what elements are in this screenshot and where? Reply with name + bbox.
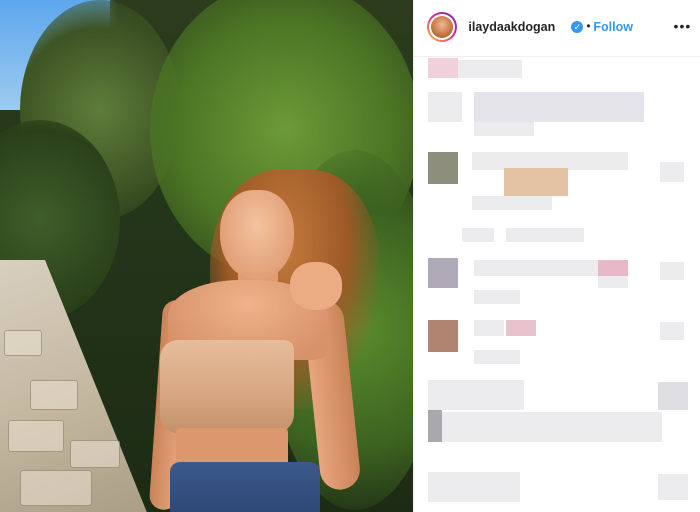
more-options-icon[interactable]: ••• (670, 14, 694, 38)
separator-dot: • (586, 19, 591, 33)
pixelated-block (474, 320, 505, 336)
person-jeans (170, 462, 320, 512)
pixelated-block (474, 260, 599, 276)
paving-stone (20, 470, 92, 506)
avatar-ring (429, 14, 456, 40)
pixelated-block (506, 320, 537, 336)
instagram-post: ilaydaakdogan ✓ • Follow ••• (0, 0, 700, 512)
person-face (220, 190, 294, 280)
pixelated-avatar (428, 320, 459, 352)
pixelated-block (474, 290, 521, 304)
pixelated-block (428, 380, 525, 410)
pixelated-block (474, 122, 535, 136)
username-link[interactable]: ilaydaakdogan (468, 20, 555, 34)
pixelated-block (428, 472, 521, 502)
pixelated-block (428, 92, 463, 122)
paving-stone (30, 380, 78, 410)
pixelated-block (474, 92, 645, 122)
person-top (160, 340, 294, 434)
pixelated-block (474, 350, 521, 364)
verified-badge-icon: ✓ (571, 21, 584, 33)
paving-stone (8, 420, 64, 452)
pixelated-block (504, 168, 569, 196)
pixelated-block (660, 322, 685, 340)
pixelated-block (428, 410, 443, 442)
pixelated-block (462, 228, 495, 242)
pixelated-block (658, 382, 689, 410)
pixelated-avatar (428, 152, 459, 184)
pixelated-block (660, 262, 685, 280)
pixelated-block (658, 474, 689, 500)
post-sidebar: ilaydaakdogan ✓ • Follow ••• (413, 0, 700, 512)
post-header: ilaydaakdogan ✓ • Follow ••• (414, 0, 700, 57)
paving-stone (70, 440, 120, 468)
pixelated-block (428, 58, 459, 78)
pixelated-block (442, 412, 663, 442)
follow-button[interactable]: Follow (593, 20, 633, 34)
paving-stone (4, 330, 42, 356)
post-photo[interactable] (0, 0, 414, 512)
pixelated-block (506, 228, 585, 242)
pixelated-block (660, 162, 685, 182)
pixelated-block (598, 260, 629, 276)
pixelated-block (458, 60, 523, 78)
avatar[interactable] (427, 12, 458, 42)
pixelated-block (598, 276, 629, 288)
person-hand (290, 262, 342, 310)
pixelated-block (472, 196, 553, 210)
pixelated-avatar (428, 258, 459, 288)
avatar-image (431, 16, 454, 38)
